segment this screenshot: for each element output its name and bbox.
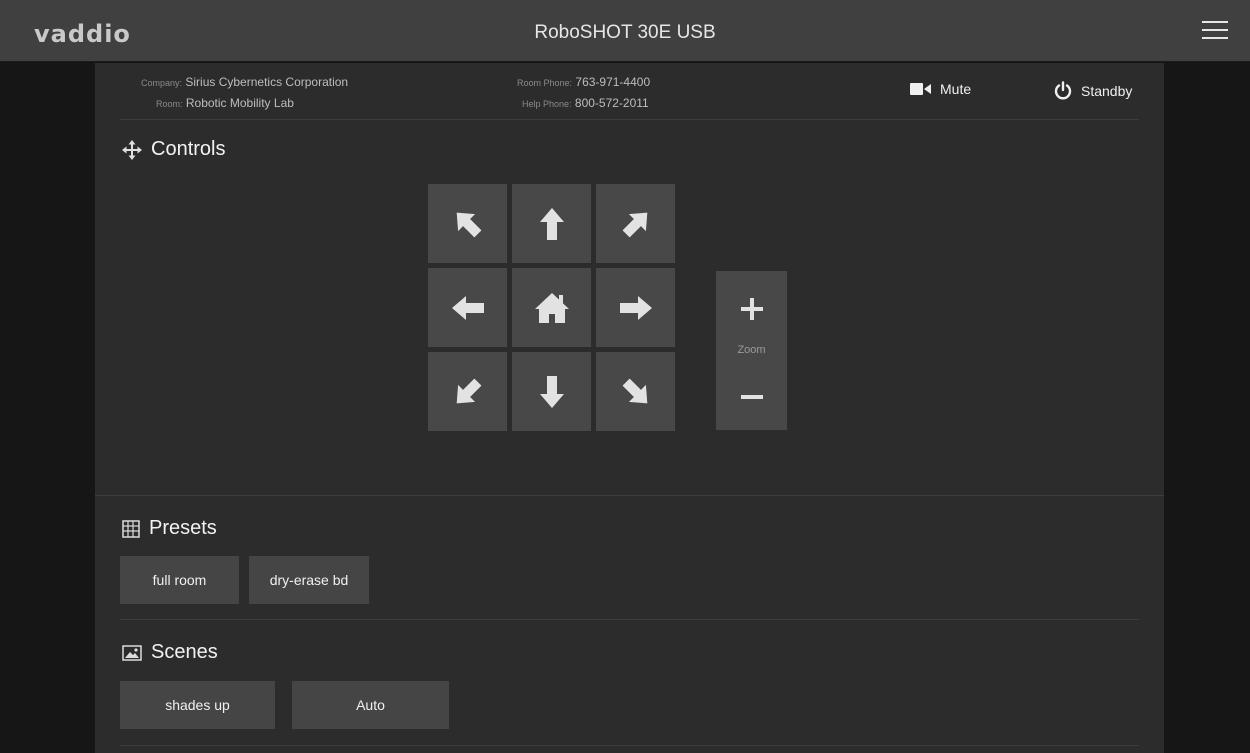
help-phone-label: Help Phone: xyxy=(522,99,572,109)
pan-left-button[interactable] xyxy=(428,268,507,347)
arrow-down-left-icon xyxy=(456,378,481,403)
video-camera-icon xyxy=(910,83,931,95)
scenes-divider xyxy=(120,745,1139,746)
right-gutter xyxy=(1164,63,1250,753)
arrow-up-left-icon xyxy=(456,212,481,237)
pan-down-left-button[interactable] xyxy=(428,352,507,431)
scene-auto-button[interactable]: Auto xyxy=(292,681,449,729)
pan-down-right-button[interactable] xyxy=(596,352,675,431)
arrow-left-icon xyxy=(451,295,484,320)
company-label: Company: xyxy=(141,78,183,88)
left-gutter xyxy=(0,63,95,753)
room-label: Room: xyxy=(156,99,183,109)
presets-divider xyxy=(120,619,1139,620)
preset-full-room-button[interactable]: full room xyxy=(120,556,239,604)
controls-divider xyxy=(95,495,1164,496)
move-arrows-icon xyxy=(122,139,142,160)
preset-dry-erase-bd-button[interactable]: dry-erase bd xyxy=(249,556,369,604)
controls-title: Controls xyxy=(151,138,226,160)
pan-up-left-button[interactable] xyxy=(428,184,507,263)
zoom-out-button[interactable] xyxy=(716,367,787,427)
top-bar: vaddio RoboSHOT 30E USB xyxy=(0,0,1250,62)
pan-up-right-button[interactable] xyxy=(596,184,675,263)
arrow-down-right-icon xyxy=(622,378,647,403)
arrow-up-icon xyxy=(539,207,564,240)
standby-label: Standby xyxy=(1081,83,1133,99)
phone-info: Room Phone: 763-971-4400 Help Phone: 800… xyxy=(490,72,690,114)
mute-label: Mute xyxy=(940,81,972,97)
plus-icon xyxy=(740,298,763,320)
scenes-heading: Scenes xyxy=(122,641,218,664)
picture-icon xyxy=(122,644,142,661)
pan-down-button[interactable] xyxy=(512,352,591,431)
vaddio-logo: vaddio xyxy=(34,20,131,48)
pan-right-button[interactable] xyxy=(596,268,675,347)
zoom-label: Zoom xyxy=(737,344,766,356)
home-button[interactable] xyxy=(512,268,591,347)
scenes-title: Scenes xyxy=(151,641,218,663)
room-value: Robotic Mobility Lab xyxy=(185,96,294,110)
power-icon xyxy=(1054,81,1072,100)
arrow-down-icon xyxy=(539,375,564,408)
arrow-up-right-icon xyxy=(622,212,647,237)
standby-button[interactable]: Standby xyxy=(1053,81,1132,101)
mute-button[interactable]: Mute xyxy=(910,81,971,97)
app-title: RoboSHOT 30E USB xyxy=(534,22,716,43)
room-phone-label: Room Phone: xyxy=(517,78,573,88)
home-icon xyxy=(534,292,569,323)
header-divider xyxy=(120,119,1139,120)
scene-shades-up-button[interactable]: shades up xyxy=(120,681,275,729)
help-phone-value: 800-572-2011 xyxy=(574,96,649,110)
pan-up-button[interactable] xyxy=(512,184,591,263)
grid-icon xyxy=(122,519,140,538)
presets-heading: Presets xyxy=(122,517,217,540)
hamburger-menu-icon[interactable] xyxy=(1202,21,1228,41)
zoom-in-button[interactable] xyxy=(716,279,787,339)
arrow-right-icon xyxy=(619,295,652,320)
main-panel: Company: Sirius Cybernetics Corporation … xyxy=(95,63,1164,753)
zoom-control: Zoom xyxy=(716,271,787,430)
presets-title: Presets xyxy=(149,517,217,539)
room-info: Company: Sirius Cybernetics Corporation … xyxy=(119,72,379,114)
controls-heading: Controls xyxy=(122,138,225,161)
company-value: Sirius Cybernetics Corporation xyxy=(185,75,349,89)
room-phone-value: 763-971-4400 xyxy=(575,75,651,89)
minus-icon xyxy=(740,395,763,399)
